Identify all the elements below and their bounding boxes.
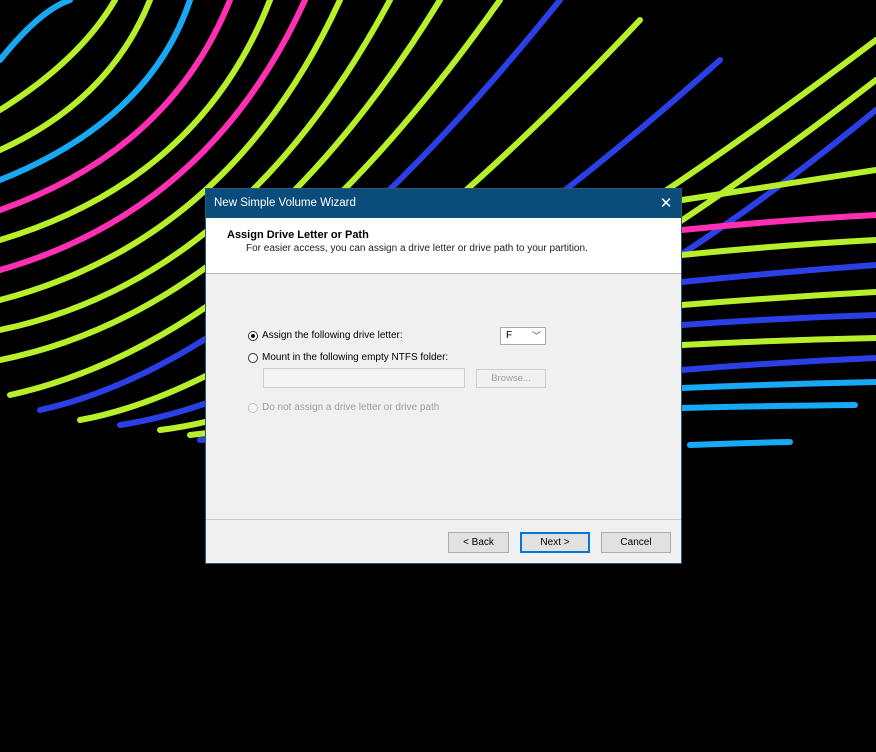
page-title: Assign Drive Letter or Path bbox=[227, 229, 369, 241]
cancel-button[interactable]: Cancel bbox=[601, 532, 671, 553]
assign-letter-label[interactable]: Assign the following drive letter: bbox=[262, 330, 403, 341]
divider bbox=[206, 519, 681, 520]
next-button[interactable]: Next > bbox=[520, 532, 590, 553]
dialog-title: New Simple Volume Wizard bbox=[214, 197, 356, 209]
assign-letter-option[interactable]: Assign the following drive letter: bbox=[248, 330, 403, 341]
close-icon[interactable]: ✕ bbox=[651, 189, 681, 218]
drive-letter-value: F bbox=[506, 330, 513, 341]
assign-letter-radio[interactable] bbox=[248, 330, 258, 341]
no-assign-radio bbox=[248, 402, 258, 413]
no-assign-label: Do not assign a drive letter or drive pa… bbox=[262, 402, 440, 413]
mount-folder-label[interactable]: Mount in the following empty NTFS folder… bbox=[262, 352, 448, 363]
chevron-down-icon[interactable]: ﹀ bbox=[532, 329, 541, 342]
browse-button[interactable]: Browse... bbox=[476, 369, 546, 388]
wizard-header: Assign Drive Letter or Path For easier a… bbox=[206, 218, 681, 274]
folder-path-input[interactable] bbox=[263, 368, 465, 388]
drive-letter-select[interactable]: F ﹀ bbox=[500, 327, 546, 345]
back-button[interactable]: < Back bbox=[448, 532, 509, 553]
page-subtitle: For easier access, you can assign a driv… bbox=[246, 243, 588, 254]
no-assign-option: Do not assign a drive letter or drive pa… bbox=[248, 402, 439, 413]
mount-folder-radio[interactable] bbox=[248, 352, 258, 363]
wizard-dialog: New Simple Volume Wizard ✕ Assign Drive … bbox=[205, 188, 682, 564]
mount-folder-option[interactable]: Mount in the following empty NTFS folder… bbox=[248, 352, 448, 363]
title-bar[interactable]: New Simple Volume Wizard ✕ bbox=[206, 189, 681, 218]
